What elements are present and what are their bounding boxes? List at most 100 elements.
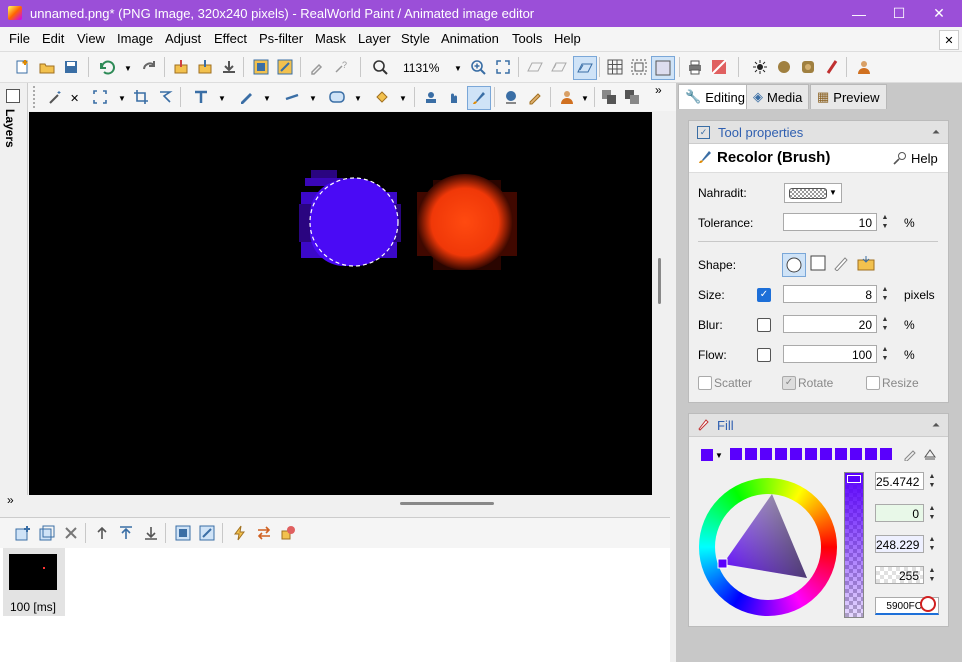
select-dropdown-icon[interactable]: ▼ xyxy=(118,94,126,103)
scatter-checkbox[interactable] xyxy=(698,376,712,390)
layers-tab-label[interactable]: Layers xyxy=(3,109,17,148)
nahradit-dropdown[interactable]: ▼ xyxy=(784,183,842,203)
tolerance-spinner[interactable]: ▲ ▼ xyxy=(878,213,892,231)
tab-editing[interactable]: 🔧 Editing xyxy=(678,84,752,109)
transparency-icon[interactable] xyxy=(709,57,729,77)
deselect-icon[interactable]: ✕ xyxy=(70,92,79,105)
fill-eyedropper-icon[interactable] xyxy=(903,447,917,464)
size-checkbox[interactable]: ✓ xyxy=(757,288,771,302)
menu-adjust[interactable]: Adjust xyxy=(165,31,201,46)
menu-layer[interactable]: Layer xyxy=(358,31,391,46)
shape-pen-option[interactable] xyxy=(833,255,849,274)
fill-header[interactable]: Fill ⏶ xyxy=(689,414,948,437)
rotate-checkbox[interactable]: ✓ xyxy=(782,376,796,390)
size-input[interactable]: 8 xyxy=(783,285,877,303)
frame-resize-icon[interactable] xyxy=(197,523,217,543)
close-document-button[interactable]: ✕ xyxy=(939,30,959,50)
merge-layer-icon[interactable] xyxy=(622,87,642,107)
transform-icon[interactable] xyxy=(525,57,545,77)
duplicate-frame-icon[interactable] xyxy=(37,523,57,543)
person-dropdown-icon[interactable]: ▼ xyxy=(581,94,589,103)
color-wheel[interactable] xyxy=(699,478,837,616)
palette-swatch[interactable] xyxy=(745,448,757,460)
fill-collapse-icon[interactable]: ⏶ xyxy=(932,420,940,431)
canvas-frame-icon[interactable] xyxy=(651,56,675,80)
export-icon[interactable] xyxy=(195,57,215,77)
blur-spinner[interactable]: ▲ ▼ xyxy=(878,315,892,333)
alpha-input[interactable]: 255 xyxy=(875,566,924,584)
help-link[interactable]: Help xyxy=(911,151,938,166)
import-icon[interactable] xyxy=(171,57,191,77)
menu-ps-filter[interactable]: Ps-filter xyxy=(259,31,303,46)
flow-checkbox[interactable] xyxy=(757,348,771,362)
palette-swatch[interactable] xyxy=(880,448,892,460)
texture-icon[interactable] xyxy=(798,57,818,77)
save-icon[interactable] xyxy=(61,57,81,77)
alpha-spinner[interactable]: ▲ ▼ xyxy=(925,566,939,584)
grid-icon[interactable] xyxy=(605,57,625,77)
menu-view[interactable]: View xyxy=(77,31,105,46)
saturation-spinner[interactable]: ▲ ▼ xyxy=(925,504,939,522)
menu-mask[interactable]: Mask xyxy=(315,31,346,46)
palette-swatch[interactable] xyxy=(835,448,847,460)
alpha-slider[interactable] xyxy=(844,472,864,618)
blur-checkbox[interactable] xyxy=(757,318,771,332)
selection-frame-icon[interactable] xyxy=(629,57,649,77)
hue-input[interactable]: 25.4742 xyxy=(875,472,924,490)
blur-sphere-icon[interactable] xyxy=(501,87,521,107)
shape-circle-option[interactable] xyxy=(782,253,806,277)
close-button[interactable]: ✕ xyxy=(916,0,962,27)
menu-animation[interactable]: Animation xyxy=(441,31,499,46)
frame-up-icon[interactable] xyxy=(92,523,112,543)
flow-input[interactable]: 100 xyxy=(783,345,877,363)
collapse-icon[interactable]: ⏶ xyxy=(932,127,940,138)
menu-image[interactable]: Image xyxy=(117,31,153,46)
sphere-icon[interactable] xyxy=(774,57,794,77)
palette-swatch[interactable] xyxy=(790,448,802,460)
text-tool-icon[interactable] xyxy=(191,87,211,107)
undo-icon[interactable] xyxy=(96,57,116,77)
image-canvas[interactable] xyxy=(29,112,652,495)
frame-grid-icon[interactable] xyxy=(173,523,193,543)
palette-swatch[interactable] xyxy=(820,448,832,460)
menu-effect[interactable]: Effect xyxy=(214,31,247,46)
palette-swatch[interactable] xyxy=(865,448,877,460)
crop-icon[interactable] xyxy=(131,87,151,107)
recolor-brush-icon[interactable] xyxy=(467,86,491,110)
line-dropdown-icon[interactable]: ▼ xyxy=(309,94,317,103)
animation-frame[interactable]: 100 [ms] xyxy=(3,548,65,616)
rect-select-icon[interactable] xyxy=(90,87,110,107)
fill-bucket-icon[interactable] xyxy=(372,87,392,107)
menu-style[interactable]: Style xyxy=(401,31,430,46)
horizontal-scrollbar[interactable] xyxy=(400,502,494,505)
menu-tools[interactable]: Tools xyxy=(512,31,542,46)
tool-properties-header[interactable]: ✓ Tool properties ⏶ xyxy=(689,121,948,144)
value-spinner[interactable]: ▲ ▼ xyxy=(925,535,939,553)
layers-stack-icon[interactable] xyxy=(549,57,569,77)
user-icon[interactable] xyxy=(854,57,874,77)
lasso-icon[interactable] xyxy=(155,87,175,107)
color-picker-icon[interactable] xyxy=(525,87,545,107)
fill-color-swatch[interactable] xyxy=(701,449,713,461)
help-magnifier-icon[interactable] xyxy=(893,151,907,168)
fill-dropdown-icon[interactable]: ▼ xyxy=(399,94,407,103)
value-input[interactable]: 248.229 xyxy=(875,535,924,553)
line-tool-icon[interactable] xyxy=(282,87,302,107)
zoom-icon[interactable] xyxy=(371,57,391,77)
vertical-scrollbar[interactable] xyxy=(658,258,661,304)
undo-dropdown-icon[interactable]: ▼ xyxy=(124,64,132,73)
person-tool-icon[interactable] xyxy=(557,87,577,107)
shape-custom-option[interactable] xyxy=(857,255,875,274)
magic-wand-icon[interactable] xyxy=(45,87,65,107)
duplicate-layer-icon[interactable] xyxy=(599,87,619,107)
smudge-icon[interactable] xyxy=(444,87,464,107)
palette-swatch[interactable] xyxy=(730,448,742,460)
swap-frames-icon[interactable] xyxy=(254,523,274,543)
size-spinner[interactable]: ▲ ▼ xyxy=(878,285,892,303)
download-icon[interactable] xyxy=(219,57,239,77)
zoom-in-icon[interactable] xyxy=(469,57,489,77)
pencil-dropdown-icon[interactable]: ▼ xyxy=(263,94,271,103)
expand-strip-button[interactable]: » xyxy=(7,493,14,507)
palette-swatch[interactable] xyxy=(805,448,817,460)
palette-swatch[interactable] xyxy=(850,448,862,460)
